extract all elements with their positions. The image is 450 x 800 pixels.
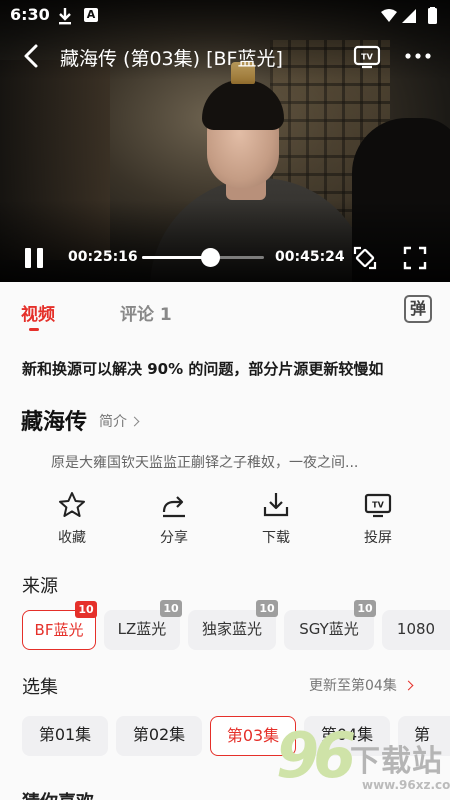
source-chip[interactable]: SGY蓝光 10 [284, 600, 376, 650]
favorite-label: 收藏 [58, 530, 86, 546]
source-count-badge: 10 [354, 600, 376, 617]
tab-bar: 视频 评论 1 弹 [0, 282, 450, 334]
back-icon[interactable] [18, 42, 46, 70]
status-time: 6:30 [10, 5, 50, 24]
source-chip[interactable]: 独家蓝光 10 [188, 600, 278, 650]
source-name: LZ蓝光 [117, 620, 167, 638]
recommend-section-title: 猜你喜欢 [22, 788, 94, 800]
more-icon[interactable] [403, 42, 433, 70]
tab-video[interactable]: 视频 [21, 300, 55, 325]
episodes-section-title: 选集 [22, 677, 58, 698]
danmaku-toggle-icon[interactable]: 弹 [404, 295, 432, 323]
tab-comment[interactable]: 评论 1 [120, 300, 172, 325]
download-icon [263, 493, 289, 517]
status-indicators [381, 7, 437, 24]
share-button[interactable]: 分享 [144, 490, 204, 560]
video-player[interactable]: 6:30 A 藏海传 (第03集) [BF蓝光] TV 00:25:16 00:… [0, 0, 450, 282]
notice-marquee: 新和换源可以解决 90% 的问题，部分片源更新较慢如 [22, 356, 426, 382]
pause-icon[interactable] [22, 246, 46, 270]
cast-button[interactable]: TV 投屏 [348, 490, 408, 560]
progress-fill [142, 256, 210, 259]
current-time: 00:25:16 [68, 249, 138, 265]
wifi-icon [381, 9, 397, 22]
fullscreen-icon[interactable] [402, 245, 428, 271]
progress-slider[interactable] [142, 248, 264, 267]
update-text: 更新至第04集 [309, 678, 397, 694]
show-description[interactable]: 原是大雍国钦天监监正蒯铎之子稚奴，一夜之间... [51, 452, 406, 472]
episode-chip[interactable]: 第01集 [22, 716, 108, 756]
source-name: BF蓝光 [34, 621, 84, 639]
total-time: 00:45:24 [275, 249, 345, 265]
source-chip[interactable]: LZ蓝光 10 [104, 600, 182, 650]
source-chip[interactable]: BF蓝光 10 [22, 601, 97, 650]
a-badge-icon: A [84, 8, 98, 22]
intro-label: 简介 [99, 414, 127, 430]
source-chip[interactable]: 1080 [382, 610, 450, 650]
svg-text:TV: TV [372, 501, 384, 510]
share-icon [162, 496, 185, 518]
tab-active-indicator [29, 328, 39, 331]
status-bar: 6:30 A [0, 0, 450, 32]
cast-label: 投屏 [364, 530, 392, 546]
chevron-right-icon [403, 680, 414, 691]
source-section-title: 来源 [22, 576, 58, 597]
source-count-badge: 10 [75, 601, 97, 618]
download-icon [59, 8, 71, 25]
battery-icon [428, 8, 437, 24]
source-list: BF蓝光 10 LZ蓝光 10 独家蓝光 10 SGY蓝光 10 1080 [0, 600, 450, 658]
tv-cast-icon[interactable]: TV [352, 42, 382, 70]
progress-knob[interactable] [200, 248, 220, 267]
share-label: 分享 [160, 530, 188, 546]
source-name: SGY蓝光 [299, 620, 359, 638]
svg-text:TV: TV [361, 53, 373, 62]
player-title-bar: 藏海传 (第03集) [BF蓝光] TV [0, 36, 450, 76]
show-title: 藏海传 [21, 410, 88, 435]
watermark-number: 96 [276, 719, 356, 792]
watermark-url: www.96xz.com [362, 778, 450, 792]
signal-icon [402, 9, 416, 23]
player-controls: 00:25:16 00:45:24 [0, 240, 450, 276]
episode-chip[interactable]: 第02集 [116, 716, 202, 756]
download-button[interactable]: 下载 [246, 490, 306, 560]
chevron-right-icon [129, 416, 140, 427]
intro-link[interactable]: 简介 [99, 411, 140, 431]
tv-icon: TV [364, 493, 392, 518]
video-title: 藏海传 (第03集) [BF蓝光] [60, 48, 283, 70]
site-watermark-logo: 96 下载站 www.96xz.com [276, 712, 450, 800]
source-name: 1080 [396, 620, 436, 638]
episodes-update-link[interactable]: 更新至第04集 [309, 675, 414, 695]
star-icon [59, 492, 85, 517]
source-name: 独家蓝光 [201, 620, 262, 638]
action-bar: 收藏 分享 下载 TV 投屏 [0, 490, 450, 560]
source-count-badge: 10 [256, 600, 278, 617]
download-label: 下载 [262, 530, 290, 546]
rotate-icon[interactable] [351, 244, 379, 272]
watermark-text: 下载站 [350, 744, 443, 779]
source-count-badge: 10 [160, 600, 182, 617]
favorite-button[interactable]: 收藏 [42, 490, 102, 560]
notice-text: 新和换源可以解决 90% 的问题，部分片源更新较慢如 [22, 360, 384, 378]
